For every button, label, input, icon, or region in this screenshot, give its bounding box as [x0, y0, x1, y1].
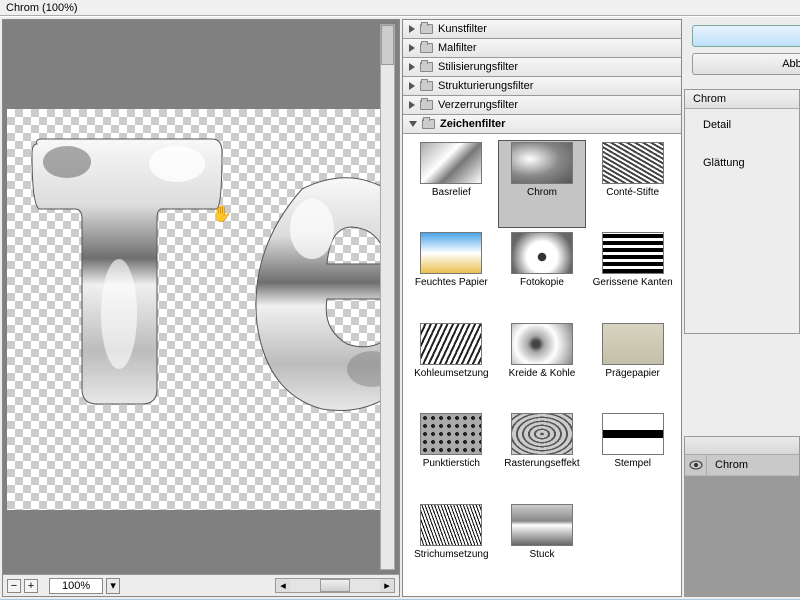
preview-canvas[interactable]: ✋	[7, 109, 381, 510]
preview-pane: ✋ − + 100% ▾ ◂▸	[2, 19, 400, 597]
category-label: Strukturierungsfilter	[438, 80, 533, 92]
thumbnail-image	[420, 142, 482, 184]
filter-thumbnails: Basrelief Chrom Conté-Stifte Feuchtes Pa…	[403, 134, 681, 596]
thumbnail-image	[602, 142, 664, 184]
thumbnail-label: Strichumsetzung	[414, 549, 488, 560]
visibility-toggle[interactable]	[685, 455, 707, 475]
filter-thumbnail[interactable]: Feuchtes Papier	[407, 230, 496, 318]
thumbnail-label: Kohleumsetzung	[414, 368, 489, 379]
parameters-title: Chrom	[685, 90, 799, 109]
thumbnail-label: Gerissene Kanten	[593, 277, 673, 288]
thumbnail-image	[602, 413, 664, 455]
disclosure-triangle-icon	[409, 44, 415, 52]
thumbnail-image	[511, 142, 573, 184]
folder-icon	[420, 62, 433, 72]
thumbnail-label: Chrom	[527, 187, 557, 198]
cancel-button[interactable]: Abb	[692, 53, 800, 75]
eye-icon	[689, 460, 703, 470]
zoom-field[interactable]: 100%	[49, 578, 103, 594]
parameters-panel: Chrom Detail Glättung	[684, 89, 800, 334]
disclosure-triangle-icon	[409, 25, 415, 33]
disclosure-triangle-icon	[409, 101, 415, 109]
filter-category[interactable]: Kunstfilter	[403, 20, 681, 39]
thumbnail-label: Fotokopie	[520, 277, 564, 288]
preview-area[interactable]: ✋	[3, 20, 399, 574]
filter-category[interactable]: Strukturierungsfilter	[403, 77, 681, 96]
filter-thumbnail[interactable]: Conté-Stifte	[588, 140, 677, 228]
filter-thumbnail[interactable]: Prägepapier	[588, 321, 677, 409]
thumbnail-label: Prägepapier	[605, 368, 659, 379]
thumbnail-image	[602, 232, 664, 274]
disclosure-triangle-icon	[409, 63, 415, 71]
filter-thumbnail[interactable]: Kohleumsetzung	[407, 321, 496, 409]
filter-thumbnail[interactable]: Basrelief	[407, 140, 496, 228]
category-label: Malfilter	[438, 42, 477, 54]
thumbnail-image	[511, 323, 573, 365]
thumbnail-image	[420, 323, 482, 365]
thumbnail-image	[511, 413, 573, 455]
thumbnail-label: Kreide & Kohle	[509, 368, 576, 379]
thumbnail-label: Basrelief	[432, 187, 471, 198]
filter-thumbnail[interactable]: Strichumsetzung	[407, 502, 496, 590]
dialog-body: ✋ − + 100% ▾ ◂▸ Kunstfilter Malfilter St…	[0, 16, 800, 599]
filter-thumbnail[interactable]: Rasterungseffekt	[498, 411, 587, 499]
thumbnail-image	[511, 504, 573, 546]
thumbnail-image	[602, 323, 664, 365]
effect-layer-row[interactable]: Chrom	[685, 455, 799, 476]
category-label: Stilisierungsfilter	[438, 61, 518, 73]
folder-icon	[420, 81, 433, 91]
thumbnail-image	[420, 232, 482, 274]
thumbnail-image	[420, 413, 482, 455]
folder-icon	[420, 24, 433, 34]
detail-label: Detail	[703, 119, 731, 131]
thumbnail-image	[511, 232, 573, 274]
thumbnail-label: Punktierstich	[423, 458, 480, 469]
preview-vertical-scrollbar[interactable]	[380, 24, 395, 570]
disclosure-triangle-icon	[409, 121, 417, 127]
category-label: Verzerrungsfilter	[438, 99, 518, 111]
filter-thumbnail[interactable]: Kreide & Kohle	[498, 321, 587, 409]
effect-layer-name: Chrom	[707, 456, 756, 474]
thumbnail-label: Conté-Stifte	[606, 187, 659, 198]
smooth-label: Glättung	[703, 157, 745, 169]
filter-category[interactable]: Stilisierungsfilter	[403, 58, 681, 77]
filter-thumbnail[interactable]: Gerissene Kanten	[588, 230, 677, 318]
category-label: Zeichenfilter	[440, 118, 505, 130]
folder-icon	[422, 119, 435, 129]
window-title: Chrom (100%)	[6, 2, 78, 14]
thumbnail-label: Stuck	[529, 549, 554, 560]
filter-thumbnail[interactable]: Chrom	[498, 140, 587, 228]
folder-icon	[420, 100, 433, 110]
thumbnail-label: Feuchtes Papier	[415, 277, 488, 288]
filter-thumbnail[interactable]: Fotokopie	[498, 230, 587, 318]
ok-button[interactable]	[692, 25, 800, 47]
hand-cursor-icon: ✋	[212, 204, 232, 224]
zoom-out-button[interactable]: −	[7, 579, 21, 593]
settings-pane: Abb Chrom Detail Glättung Chrom	[684, 19, 800, 597]
filter-category[interactable]: Malfilter	[403, 39, 681, 58]
folder-icon	[420, 43, 433, 53]
preview-letter	[252, 169, 381, 439]
thumbnail-image	[420, 504, 482, 546]
thumbnail-label: Stempel	[614, 458, 651, 469]
disclosure-triangle-icon	[409, 82, 415, 90]
zoom-in-button[interactable]: +	[24, 579, 38, 593]
filter-category[interactable]: Zeichenfilter	[403, 115, 681, 134]
filter-thumbnail[interactable]: Stuck	[498, 502, 587, 590]
filter-category[interactable]: Verzerrungsfilter	[403, 96, 681, 115]
zoom-dropdown[interactable]: ▾	[106, 578, 120, 594]
thumbnail-label: Rasterungseffekt	[504, 458, 579, 469]
window-titlebar: Chrom (100%)	[0, 0, 800, 16]
effect-layers-panel: Chrom	[684, 436, 800, 597]
preview-letter	[27, 134, 227, 414]
category-label: Kunstfilter	[438, 23, 487, 35]
preview-horizontal-scrollbar[interactable]: ◂▸	[275, 578, 395, 593]
filter-thumbnail[interactable]: Punktierstich	[407, 411, 496, 499]
filter-browser: Kunstfilter Malfilter Stilisierungsfilte…	[402, 19, 682, 597]
zoom-bar: − + 100% ▾ ◂▸	[3, 574, 399, 596]
filter-thumbnail[interactable]: Stempel	[588, 411, 677, 499]
